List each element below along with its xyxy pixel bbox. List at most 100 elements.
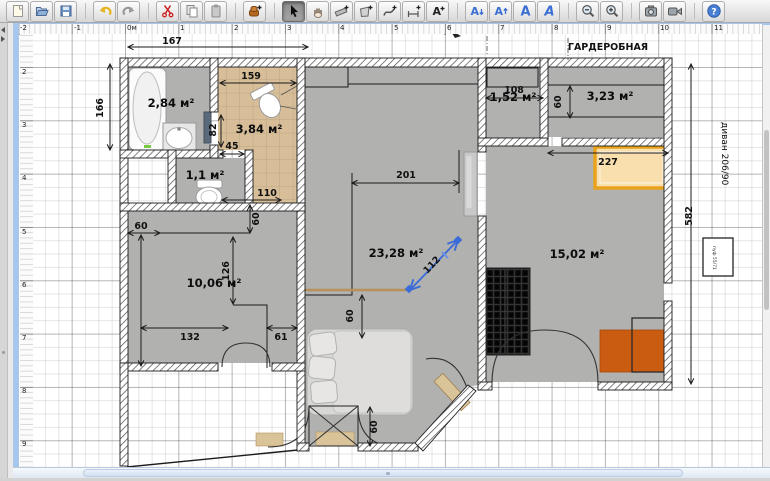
svg-text:A: A (494, 5, 503, 18)
area-label-toilet[interactable]: 1,1 м² (186, 168, 225, 182)
ruler-label: 2 (22, 68, 26, 76)
create-photo-button[interactable] (639, 1, 662, 22)
dim-60-kitchen-right[interactable]: 60 (251, 212, 262, 226)
threshold[interactable] (316, 432, 354, 446)
increase-text-size-button[interactable]: A (489, 1, 512, 22)
italic-button[interactable]: A (537, 1, 560, 22)
bed[interactable] (307, 329, 413, 415)
area-label-bathroom[interactable]: 2,84 м² (148, 96, 195, 110)
horizontal-scrollbar-thumb[interactable] (83, 469, 683, 477)
new-document-button[interactable] (6, 1, 29, 22)
create-rooms-button[interactable] (354, 1, 377, 22)
new-document-icon (10, 3, 26, 19)
create-video-button[interactable] (663, 1, 686, 22)
zoom-in-button[interactable] (600, 1, 623, 22)
select-tool-button[interactable] (282, 1, 305, 22)
paste-button[interactable] (204, 1, 227, 22)
dim-159[interactable]: 159 (241, 71, 261, 82)
pan-hand-icon (310, 3, 326, 19)
pane-splitter[interactable] (0, 23, 8, 478)
dim-166[interactable]: 166 (95, 98, 106, 118)
ruler-label: 5 (394, 24, 398, 33)
collapse-left-icon[interactable] (1, 27, 5, 33)
add-furniture-icon (247, 3, 263, 19)
guide-lines (487, 36, 568, 60)
dim-110[interactable]: 110 (257, 188, 277, 199)
dim-108[interactable]: 108 (504, 85, 524, 96)
dim-82[interactable]: 82 (208, 123, 219, 136)
ruler-label: 6 (22, 281, 26, 289)
area-label-closet[interactable]: 3,23 м² (587, 89, 634, 103)
vertical-scrollbar-thumb[interactable] (764, 130, 769, 310)
expand-right-icon[interactable] (1, 36, 5, 42)
toolbar-separator (624, 3, 632, 19)
dimension-icon (406, 3, 422, 19)
zoom-out-button[interactable] (576, 1, 599, 22)
dim-201[interactable]: 201 (396, 170, 416, 181)
area-label-bedroom[interactable]: 15,02 м² (550, 247, 605, 261)
horizontal-scrollbar[interactable] (13, 467, 770, 478)
bathroom-sink[interactable] (163, 123, 196, 152)
closet-annotation[interactable]: шкаф (423, 34, 448, 36)
vertical-scrollbar[interactable] (762, 25, 770, 467)
dim-45[interactable]: 45 (225, 141, 238, 152)
create-polylines-button[interactable] (378, 1, 401, 22)
dim-60-closet[interactable]: 60 (553, 95, 564, 109)
area-label-living[interactable]: 23,28 м² (369, 246, 424, 260)
undo-button[interactable] (93, 1, 116, 22)
dim-167[interactable]: 167 (162, 36, 182, 47)
help-button[interactable]: ? (702, 1, 725, 22)
svg-text:A: A (470, 5, 479, 18)
decrease-text-size-icon: A (469, 3, 485, 19)
orange-cabinet[interactable] (600, 330, 667, 372)
sofa-annotation[interactable]: диван 206/90 (719, 122, 729, 186)
create-dimensions-button[interactable] (402, 1, 425, 22)
open-folder-icon (34, 3, 50, 19)
dim-582[interactable]: 582 (684, 206, 695, 226)
ruler-label: 9 (22, 440, 26, 448)
pouf[interactable]: пуф 55/71 (703, 238, 733, 276)
decrease-text-size-button[interactable]: A (465, 1, 488, 22)
open-button[interactable] (30, 1, 53, 22)
dim-61[interactable]: 61 (274, 332, 287, 343)
increase-text-size-icon: A (493, 3, 509, 19)
area-label-shower[interactable]: 3,84 м² (236, 122, 283, 136)
pillow (310, 380, 338, 404)
dim-132[interactable]: 132 (180, 332, 200, 343)
threshold[interactable] (256, 433, 283, 446)
bold-button[interactable]: A (513, 1, 536, 22)
ruler-label: 11 (714, 24, 723, 33)
ruler-label: 1 (180, 24, 184, 33)
plan-canvas[interactable]: пуф 55/71 (33, 34, 762, 467)
dim-60-kitchen-top[interactable]: 60 (134, 221, 148, 232)
redo-button[interactable] (117, 1, 140, 22)
splitter-handle[interactable] (2, 351, 5, 354)
area-label-kitchen[interactable]: 10,06 м² (187, 276, 242, 290)
pan-tool-button[interactable] (306, 1, 329, 22)
toolbar-separator (228, 3, 236, 19)
dim-60-bed[interactable]: 60 (345, 309, 356, 323)
svg-text:?: ? (711, 8, 716, 18)
dim-60-door[interactable]: 60 (369, 420, 380, 434)
wardrobe-room-title[interactable]: ГАРДЕРОБНАЯ (568, 42, 648, 53)
add-furniture-button[interactable] (243, 1, 266, 22)
copy-icon (184, 3, 200, 19)
undo-icon (97, 3, 113, 19)
cut-button[interactable] (156, 1, 179, 22)
save-button[interactable] (54, 1, 77, 22)
svg-text:A: A (543, 5, 554, 20)
create-walls-button[interactable] (330, 1, 353, 22)
dim-126[interactable]: 126 (221, 261, 232, 281)
floor-plan[interactable]: пуф 55/71 (33, 34, 762, 467)
vertical-ruler: 2 3 4 5 6 7 8 9 (20, 34, 34, 467)
ruler-label: 7 (22, 334, 26, 342)
bold-icon: A (517, 3, 533, 19)
toolbar-separator (561, 3, 569, 19)
black-dresser[interactable] (487, 268, 530, 355)
polyline-icon (382, 3, 398, 19)
dim-227[interactable]: 227 (598, 157, 618, 168)
wall-icon (334, 3, 350, 19)
copy-button[interactable] (180, 1, 203, 22)
ruler-label: 2 (234, 24, 238, 33)
create-text-button[interactable]: A (426, 1, 449, 22)
